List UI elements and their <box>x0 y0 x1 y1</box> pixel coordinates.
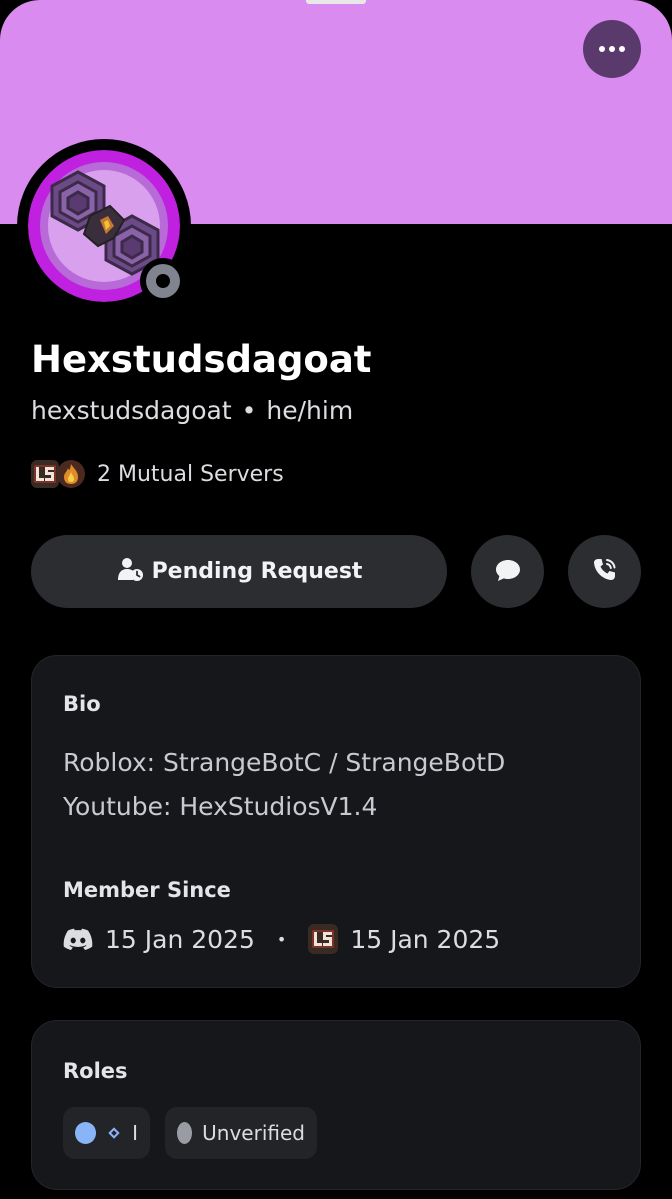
pending-friend-icon <box>116 556 144 588</box>
role-name: Unverified <box>202 1121 305 1145</box>
message-button[interactable] <box>471 535 544 608</box>
mutual-servers[interactable]: 2 Mutual Servers <box>31 456 284 492</box>
member-since-heading: Member Since <box>63 878 231 902</box>
mutual-servers-label: 2 Mutual Servers <box>97 461 284 487</box>
display-name: Hexstudsdagoat <box>31 338 372 381</box>
separator-dot: • <box>241 396 257 425</box>
pending-request-button[interactable]: Pending Request <box>31 535 447 608</box>
chat-bubble-icon <box>494 557 522 587</box>
bio-line: Youtube: HexStudiosV1.4 <box>63 792 378 821</box>
roles-card: Roles I Unverified <box>31 1020 641 1190</box>
discord-logo-icon <box>63 924 93 954</box>
username-line: hexstudsdagoat • he/him <box>31 396 353 425</box>
status-indicator <box>140 258 186 304</box>
offline-status-icon <box>146 264 180 298</box>
pending-request-label: Pending Request <box>151 559 363 584</box>
server-join-date: 15 Jan 2025 <box>350 924 501 954</box>
role-chip[interactable]: Unverified <box>165 1107 317 1159</box>
discord-join-date: 15 Jan 2025 <box>105 924 255 954</box>
roles-heading: Roles <box>63 1059 128 1083</box>
server-icon <box>308 924 339 954</box>
role-color-dot <box>75 1122 97 1144</box>
ellipsis-icon <box>599 46 605 52</box>
role-name: I <box>132 1121 138 1145</box>
member-since-row: 15 Jan 2025 • 15 Jan 2025 <box>63 924 500 954</box>
server-icon <box>57 460 85 488</box>
sheet-grab-handle[interactable] <box>306 0 366 4</box>
voice-call-button[interactable] <box>568 535 641 608</box>
more-options-button[interactable] <box>583 20 641 78</box>
separator-dot: • <box>276 929 287 949</box>
role-color-dot <box>177 1122 193 1144</box>
phone-call-icon <box>591 556 619 588</box>
bio-line: Roblox: StrangeBotC / StrangeBotD <box>63 748 506 777</box>
bio-heading: Bio <box>63 692 101 716</box>
diamond-icon <box>108 1127 120 1139</box>
server-icon <box>31 460 59 488</box>
username[interactable]: hexstudsdagoat <box>31 396 232 425</box>
pronouns: he/him <box>266 396 354 425</box>
about-card: Bio Roblox: StrangeBotC / StrangeBotD Yo… <box>31 655 641 988</box>
role-chip[interactable]: I <box>63 1107 150 1159</box>
